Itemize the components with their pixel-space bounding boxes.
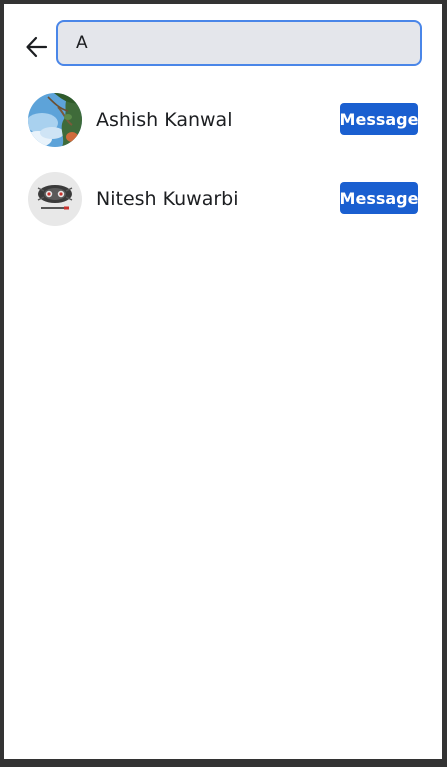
message-button[interactable]: Message <box>340 103 418 135</box>
search-input[interactable] <box>56 20 422 66</box>
app-frame: Ashish Kanwal Message Nitesh Kuwarb <box>4 4 442 759</box>
search-results-list: Ashish Kanwal Message Nitesh Kuwarbi Mes… <box>4 90 442 248</box>
avatar[interactable] <box>28 172 82 226</box>
message-button[interactable]: Message <box>340 182 418 214</box>
nature-photo-avatar <box>28 93 82 147</box>
logo-avatar <box>28 172 82 226</box>
back-button[interactable] <box>22 32 52 62</box>
arrow-left-icon <box>26 36 48 58</box>
list-item: Nitesh Kuwarbi Message <box>4 169 442 248</box>
avatar[interactable] <box>28 93 82 147</box>
list-item: Ashish Kanwal Message <box>4 90 442 169</box>
contact-name[interactable]: Nitesh Kuwarbi <box>96 187 239 211</box>
contact-name[interactable]: Ashish Kanwal <box>96 108 232 132</box>
